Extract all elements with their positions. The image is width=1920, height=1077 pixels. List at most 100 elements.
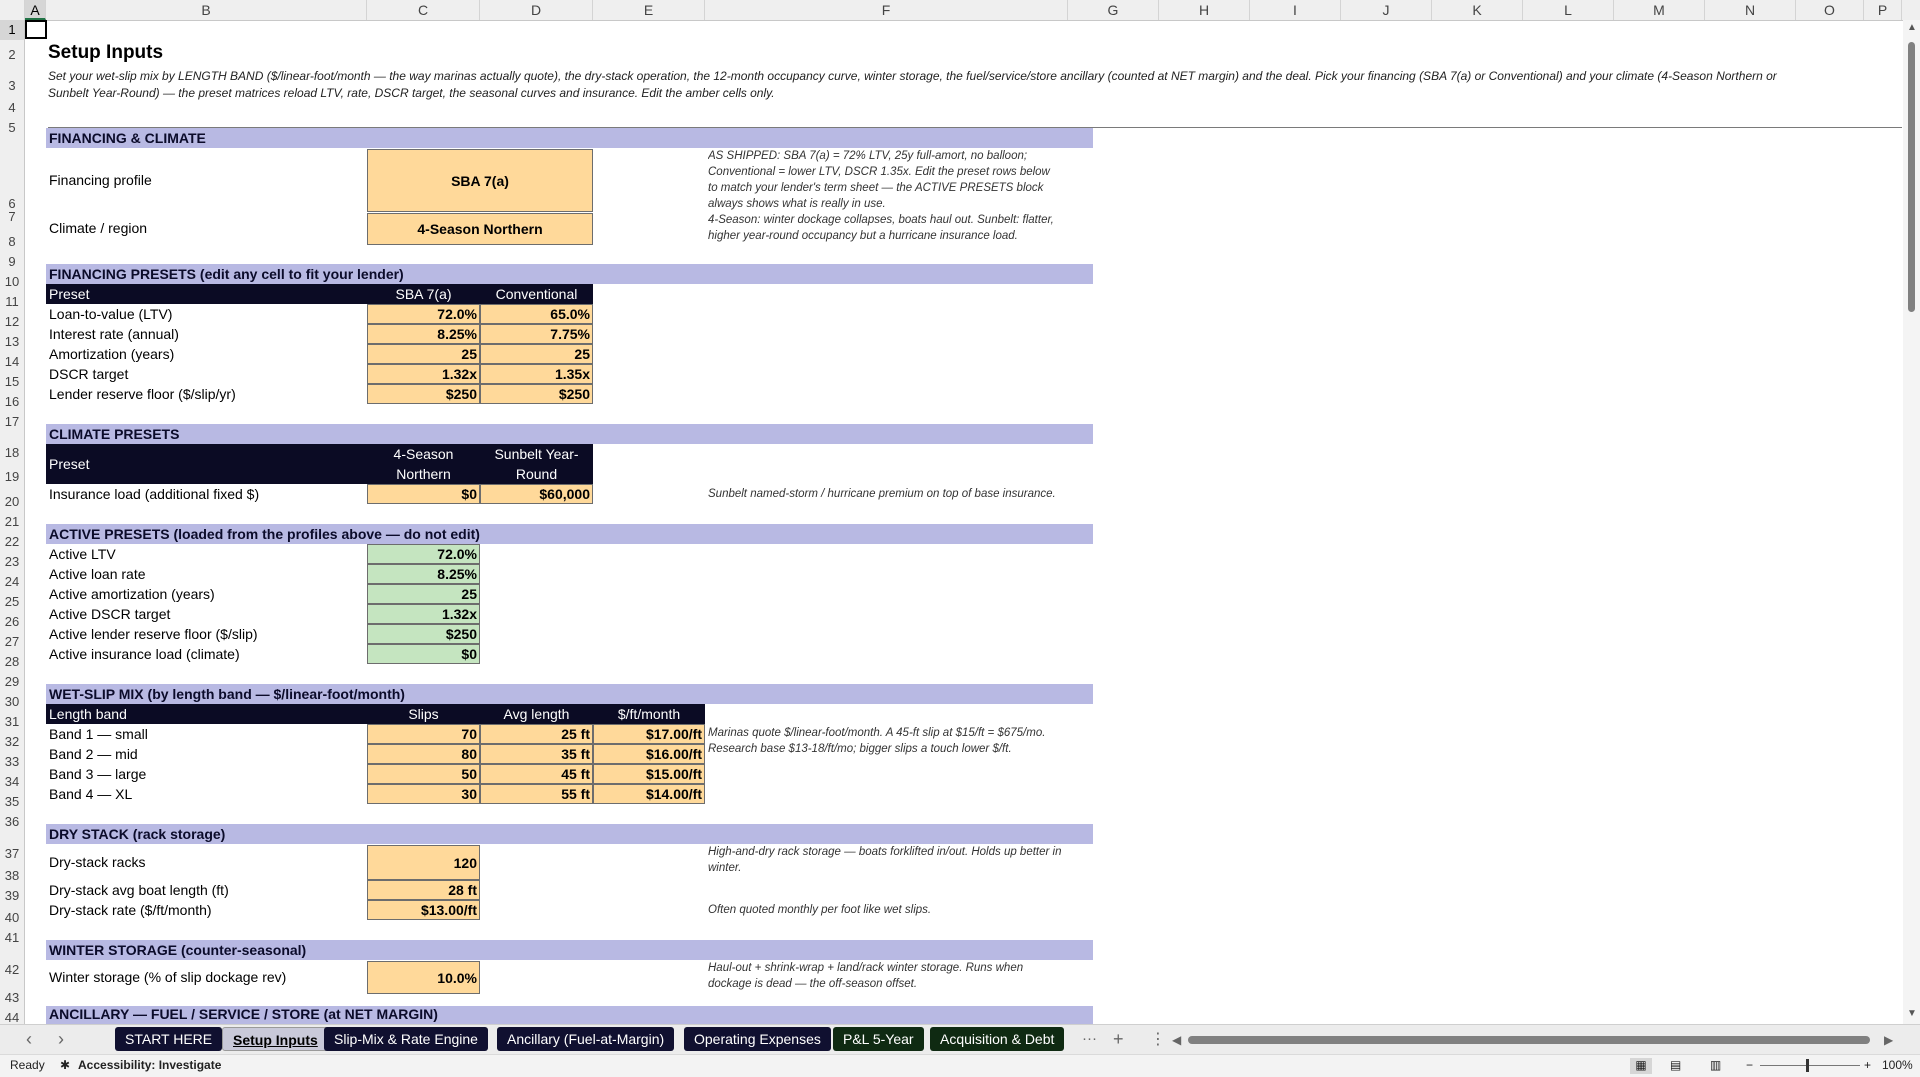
row-header[interactable]: 11	[0, 290, 24, 310]
col-header-k[interactable]: K	[1432, 0, 1523, 20]
row-header[interactable]: 38	[0, 866, 24, 886]
row-header[interactable]: 33	[0, 750, 24, 770]
row-header[interactable]: 36	[0, 810, 24, 830]
band3-length-input[interactable]: 45 ft	[480, 764, 593, 784]
col-header-e[interactable]: E	[593, 0, 705, 20]
row-header[interactable]: 13	[0, 330, 24, 350]
accessibility-icon[interactable]: ✱	[60, 1058, 70, 1072]
row-header[interactable]: 32	[0, 730, 24, 750]
vertical-scrollbar[interactable]: ▲ ▼	[1903, 20, 1920, 1024]
col-header-h[interactable]: H	[1159, 0, 1250, 20]
reserve-floor-conventional-input[interactable]: $250	[480, 384, 593, 404]
tab-next-icon[interactable]: ›	[58, 1029, 64, 1050]
scroll-down-icon[interactable]: ▼	[1907, 1008, 1917, 1019]
dscr-target-sba-input[interactable]: 1.32x	[367, 364, 480, 384]
row-header[interactable]: 24	[0, 570, 24, 590]
row-header[interactable]: 12	[0, 310, 24, 330]
band2-slips-input[interactable]: 80	[367, 744, 480, 764]
interest-rate-conventional-input[interactable]: 7.75%	[480, 324, 593, 344]
col-header-n[interactable]: N	[1705, 0, 1796, 20]
row-header[interactable]: 37	[0, 830, 24, 866]
col-header-p[interactable]: P	[1864, 0, 1902, 20]
tab-acquisition-debt[interactable]: Acquisition & Debt	[930, 1027, 1065, 1051]
row-header[interactable]: 9	[0, 250, 24, 270]
hscroll-right-icon[interactable]: ▶	[1884, 1033, 1893, 1047]
row-header[interactable]: 15	[0, 370, 24, 390]
col-header-f[interactable]: F	[705, 0, 1068, 20]
interest-rate-sba-input[interactable]: 8.25%	[367, 324, 480, 344]
zoom-in-icon[interactable]: +	[1864, 1058, 1871, 1072]
winter-storage-input[interactable]: 10.0%	[367, 961, 480, 994]
accessibility-status[interactable]: Accessibility: Investigate	[78, 1058, 221, 1072]
row-header[interactable]: 27	[0, 630, 24, 650]
row-header[interactable]: 28	[0, 650, 24, 670]
col-header-j[interactable]: J	[1341, 0, 1432, 20]
row-header[interactable]: 16	[0, 390, 24, 410]
band4-length-input[interactable]: 55 ft	[480, 784, 593, 804]
col-header-l[interactable]: L	[1523, 0, 1614, 20]
row-header[interactable]: 30	[0, 690, 24, 710]
band3-rate-input[interactable]: $15.00/ft	[593, 764, 705, 784]
row-header[interactable]: 34	[0, 770, 24, 790]
band1-length-input[interactable]: 25 ft	[480, 724, 593, 744]
page-break-icon[interactable]: ▥	[1710, 1058, 1721, 1072]
normal-view-icon[interactable]: ▦	[1630, 1058, 1652, 1074]
selected-cell-a1[interactable]	[25, 20, 47, 39]
row-header[interactable]: 1	[0, 20, 24, 40]
vertical-scroll-thumb[interactable]	[1908, 42, 1915, 312]
col-header-d[interactable]: D	[480, 0, 593, 20]
row-header[interactable]: 19	[0, 470, 24, 490]
row-header[interactable]: 22	[0, 530, 24, 550]
dry-stack-racks-input[interactable]: 120	[367, 845, 480, 880]
row-header[interactable]: 14	[0, 350, 24, 370]
tab-start-here[interactable]: START HERE	[115, 1027, 223, 1051]
row-header[interactable]: 29	[0, 670, 24, 690]
ltv-sba-input[interactable]: 72.0%	[367, 304, 480, 324]
dry-stack-rate-input[interactable]: $13.00/ft	[367, 900, 480, 920]
row-header[interactable]: 42	[0, 946, 24, 986]
row-header[interactable]: 10	[0, 270, 24, 290]
row-header[interactable]: 7	[0, 210, 24, 230]
band1-slips-input[interactable]: 70	[367, 724, 480, 744]
insurance-load-sunbelt-input[interactable]: $60,000	[480, 484, 593, 504]
horizontal-scroll-thumb[interactable]	[1188, 1036, 1870, 1044]
col-header-b[interactable]: B	[46, 0, 367, 20]
row-header[interactable]: 6	[0, 134, 24, 211]
amortization-conventional-input[interactable]: 25	[480, 344, 593, 364]
zoom-out-icon[interactable]: −	[1746, 1058, 1753, 1072]
tab-slip-mix-rate-engine[interactable]: Slip-Mix & Rate Engine	[324, 1027, 488, 1051]
amortization-sba-input[interactable]: 25	[367, 344, 480, 364]
dscr-target-conventional-input[interactable]: 1.35x	[480, 364, 593, 384]
tab-pl-5-year[interactable]: P&L 5-Year	[833, 1027, 924, 1051]
col-header-c[interactable]: C	[367, 0, 480, 20]
band1-rate-input[interactable]: $17.00/ft	[593, 724, 705, 744]
hscroll-left-icon[interactable]: ◀	[1172, 1033, 1181, 1047]
band4-slips-input[interactable]: 30	[367, 784, 480, 804]
row-header[interactable]: 21	[0, 510, 24, 530]
col-header-g[interactable]: G	[1068, 0, 1159, 20]
band3-slips-input[interactable]: 50	[367, 764, 480, 784]
band4-rate-input[interactable]: $14.00/ft	[593, 784, 705, 804]
page-layout-icon[interactable]: ▤	[1670, 1058, 1681, 1072]
col-header-a[interactable]: A	[25, 0, 46, 20]
zoom-slider-thumb[interactable]	[1806, 1059, 1809, 1072]
row-header[interactable]: 40	[0, 906, 24, 926]
insurance-load-northern-input[interactable]: $0	[367, 484, 480, 504]
tab-operating-expenses[interactable]: Operating Expenses	[684, 1027, 831, 1051]
row-header[interactable]: 39	[0, 886, 24, 906]
row-header[interactable]: 41	[0, 926, 24, 946]
row-header[interactable]: 5	[0, 114, 24, 135]
scroll-up-icon[interactable]: ▲	[1907, 22, 1917, 33]
dry-stack-length-input[interactable]: 28 ft	[367, 880, 480, 900]
row-header[interactable]: 25	[0, 590, 24, 610]
col-header-i[interactable]: I	[1250, 0, 1341, 20]
col-header-o[interactable]: O	[1796, 0, 1864, 20]
financing-profile-select[interactable]: SBA 7(a)	[367, 149, 593, 212]
add-sheet-icon[interactable]: +	[1113, 1029, 1124, 1050]
row-header[interactable]: 35	[0, 790, 24, 810]
row-header[interactable]: 8	[0, 230, 24, 250]
row-header[interactable]: 31	[0, 710, 24, 730]
row-header[interactable]: 17	[0, 410, 24, 430]
tab-setup-inputs[interactable]: Setup Inputs	[222, 1027, 329, 1051]
row-header[interactable]: 3	[0, 60, 24, 94]
